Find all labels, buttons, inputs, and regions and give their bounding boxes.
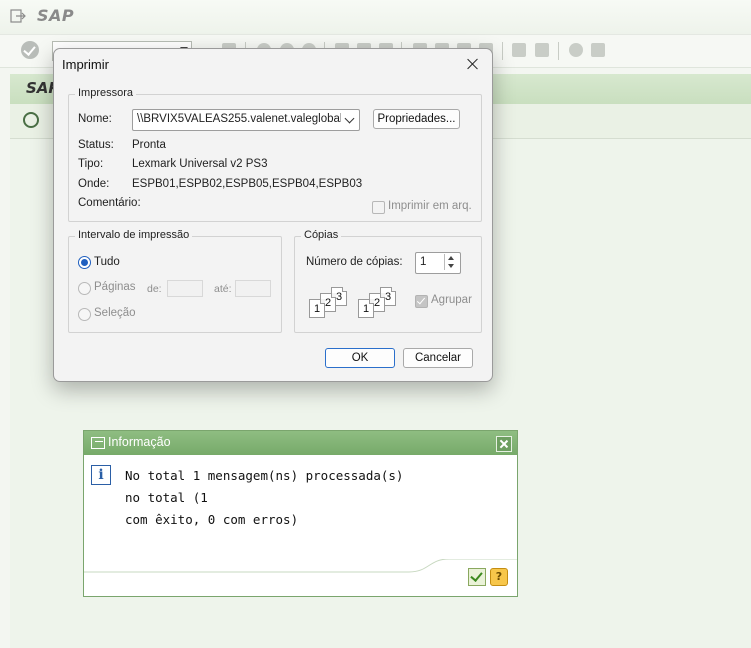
range-to-input[interactable] — [235, 280, 271, 297]
where-label: Onde: — [78, 178, 110, 190]
collate-label: Agrupar — [431, 294, 472, 306]
toolbar-separator — [558, 42, 559, 60]
close-icon[interactable] — [496, 436, 512, 452]
print-range-group: Intervalo de impressão Tudo Páginas de: … — [68, 229, 282, 333]
close-icon[interactable] — [460, 52, 486, 76]
copies-count-stepper[interactable]: 1 — [415, 252, 461, 274]
page-icon: 1 — [358, 299, 374, 318]
printer-group: Impressora Nome: \\BRVIX5VALEAS255.valen… — [68, 87, 482, 222]
stepper-buttons[interactable] — [444, 254, 459, 270]
chevron-down-icon[interactable] — [448, 264, 454, 268]
type-value: Lexmark Universal v2 PS3 — [132, 158, 268, 170]
comment-label: Comentário: — [78, 197, 141, 209]
range-pages-label: Páginas — [94, 281, 136, 293]
print-dialog-titlebar: Imprimir — [54, 49, 492, 79]
confirm-button[interactable] — [468, 568, 486, 586]
status-label: Status: — [78, 139, 114, 151]
execute-icon[interactable] — [23, 112, 39, 128]
properties-button[interactable]: Propriedades... — [373, 109, 460, 129]
range-selection-radio[interactable] — [78, 308, 91, 321]
copies-count-value: 1 — [420, 256, 427, 268]
collate-checkbox[interactable] — [415, 295, 428, 308]
printer-name-label: Nome: — [78, 113, 112, 125]
toolbar-separator — [502, 42, 503, 60]
copies-title: Cópias — [301, 229, 342, 241]
help-icon[interactable] — [569, 43, 583, 57]
new-session-icon[interactable] — [512, 43, 526, 57]
footer-divider — [84, 559, 517, 573]
collate-preview-1: 3 2 1 — [308, 284, 352, 318]
print-to-file-checkbox[interactable] — [372, 201, 385, 214]
print-range-title: Intervalo de impressão — [75, 229, 193, 241]
enter-icon[interactable] — [21, 41, 39, 59]
window-icon — [91, 437, 105, 449]
status-value: Pronta — [132, 139, 166, 151]
shortcut-icon[interactable] — [535, 43, 549, 57]
chevron-up-icon[interactable] — [448, 256, 454, 260]
sap-titlebar: SAP — [0, 0, 751, 34]
range-from-input[interactable] — [167, 280, 203, 297]
range-pages-radio[interactable] — [78, 282, 91, 295]
info-dialog: Informação i No total 1 mensagem(ns) pro… — [83, 430, 518, 597]
where-value: ESPB01,ESPB02,ESPB05,ESPB04,ESPB03 — [132, 178, 363, 190]
information-icon: i — [91, 465, 111, 485]
help-button[interactable] — [490, 568, 508, 586]
info-dialog-footer — [84, 559, 517, 596]
print-to-file-label: Imprimir em arq. — [388, 200, 472, 212]
info-message-line: No total 1 mensagem(ns) processada(s) no… — [125, 468, 404, 505]
print-dialog: Imprimir Impressora Nome: \\BRVIX5VALEAS… — [53, 48, 493, 382]
range-all-label: Tudo — [94, 256, 120, 268]
ok-button[interactable]: OK — [325, 348, 395, 368]
type-label: Tipo: — [78, 158, 104, 170]
info-dialog-titlebar: Informação — [84, 431, 517, 455]
layout-menu-icon[interactable] — [591, 43, 605, 57]
exit-icon[interactable] — [10, 9, 26, 23]
printer-name-value: \\BRVIX5VALEAS255.valenet.valeglobal.n — [137, 113, 341, 125]
range-to-label: até: — [214, 283, 232, 295]
range-from-label: de: — [147, 283, 162, 295]
info-message-line: com êxito, 0 com erros) — [125, 512, 299, 527]
printer-name-select[interactable]: \\BRVIX5VALEAS255.valenet.valeglobal.n — [132, 109, 360, 131]
page-icon: 1 — [309, 299, 325, 318]
info-message: No total 1 mensagem(ns) processada(s) no… — [125, 465, 425, 531]
range-all-radio[interactable] — [78, 256, 91, 269]
printer-group-title: Impressora — [75, 87, 137, 99]
print-dialog-title: Imprimir — [62, 57, 109, 72]
copies-group: Cópias Número de cópias: 1 3 2 1 3 2 1 A… — [294, 229, 482, 333]
range-selection-label: Seleção — [94, 307, 136, 319]
sap-logo: SAP — [37, 6, 75, 25]
collate-preview-2: 3 2 1 — [357, 284, 401, 318]
copies-count-label: Número de cópias: — [306, 256, 403, 268]
chevron-down-icon — [344, 113, 355, 124]
info-dialog-title: Informação — [108, 435, 171, 449]
cancel-button[interactable]: Cancelar — [403, 348, 473, 368]
